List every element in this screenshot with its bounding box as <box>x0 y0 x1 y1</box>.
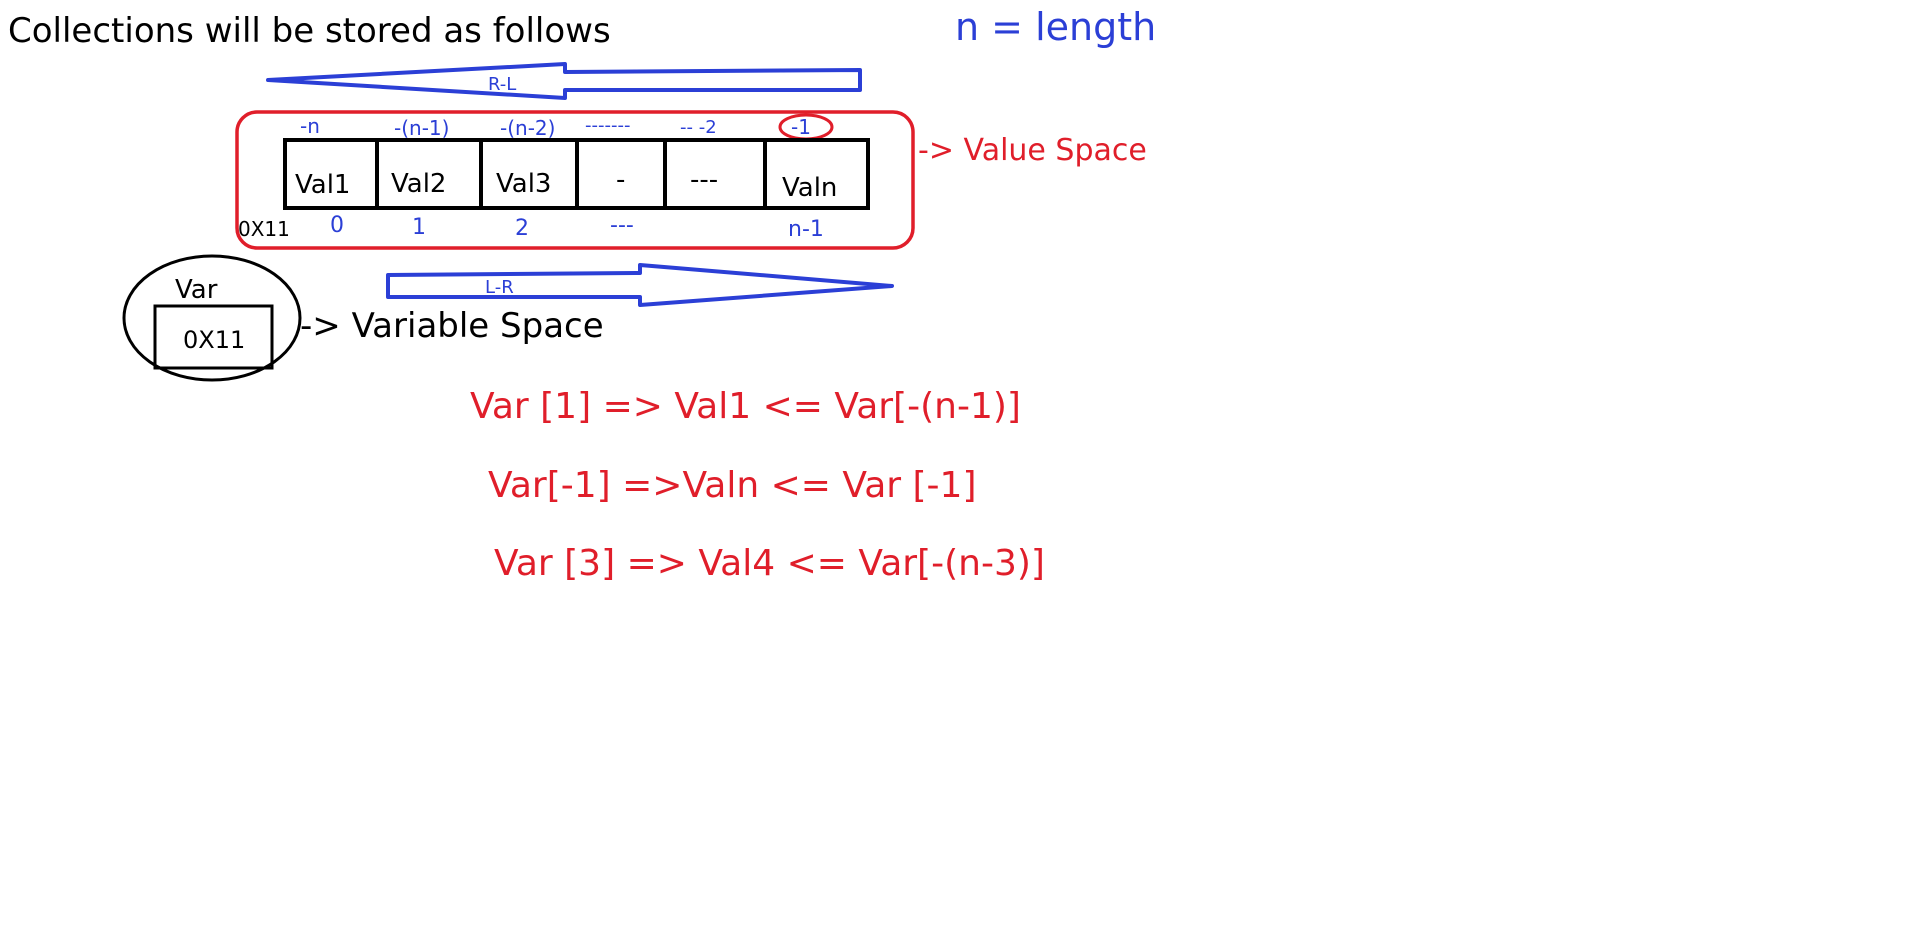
positive-index: --- <box>610 213 634 238</box>
arrow-label-lr: L-R <box>485 277 514 298</box>
cell-value: --- <box>690 165 718 195</box>
negative-index-row: -n -(n-1) -(n-2) ------- -- -2 -1 <box>300 113 834 141</box>
negative-index: -(n-1) <box>394 116 449 140</box>
variable-space-label: -> Variable Space <box>300 306 604 346</box>
positive-index: 1 <box>412 215 426 240</box>
arrow-label-rl: R-L <box>488 74 516 95</box>
positive-index: 0 <box>330 213 344 238</box>
cell-value: Val3 <box>496 169 551 199</box>
positive-index-row: 0 1 2 --- n-1 <box>330 213 824 242</box>
cell-value: Valn <box>782 173 837 203</box>
negative-index: -n <box>300 114 320 138</box>
variable-name: Var <box>175 275 218 305</box>
whiteboard-canvas: Collections will be stored as follows n … <box>8 5 1156 584</box>
cell-value: - <box>616 165 625 195</box>
heading-text: Collections will be stored as follows <box>8 11 611 51</box>
negative-index: -1 <box>791 115 811 139</box>
negative-index: -(n-2) <box>500 116 555 140</box>
right-to-left-arrow: R-L <box>266 62 862 100</box>
cell-value: Val2 <box>391 169 446 199</box>
value-space-label: -> Value Space <box>918 133 1147 168</box>
variable-address: 0X11 <box>183 326 245 354</box>
cell-value: Val1 <box>295 170 350 200</box>
left-to-right-arrow: L-R <box>386 263 894 307</box>
example-line: Var[-1] =>Valn <= Var [-1] <box>488 465 977 506</box>
memory-address: 0X11 <box>238 217 290 241</box>
negative-index: -- -2 <box>680 117 717 138</box>
negative-index: ------- <box>585 115 630 136</box>
positive-index: 2 <box>515 216 529 241</box>
variable-space: Var 0X11 <box>122 254 302 382</box>
length-note: n = length <box>955 5 1156 49</box>
value-cells <box>283 138 870 210</box>
example-line: Var [3] => Val4 <= Var[-(n-3)] <box>494 543 1045 584</box>
example-line: Var [1] => Val1 <= Var[-(n-1)] <box>470 386 1021 427</box>
positive-index: n-1 <box>788 217 824 242</box>
